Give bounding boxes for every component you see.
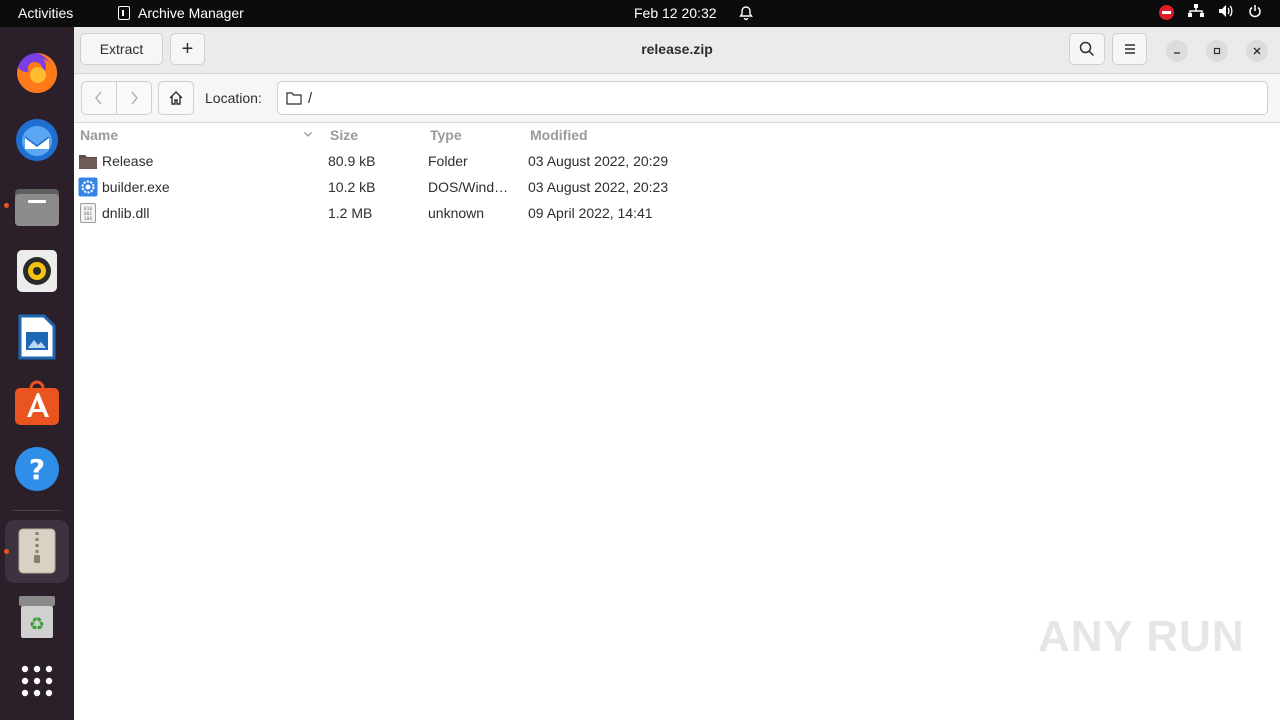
dock: ? ♻	[0, 27, 74, 720]
archive-manager-icon[interactable]	[9, 523, 65, 579]
close-button[interactable]	[1246, 40, 1268, 62]
folder-icon	[286, 92, 302, 105]
system-tray[interactable]	[1159, 4, 1262, 21]
dock-separator	[13, 510, 61, 511]
column-header: Name Size Type Modified	[74, 123, 1280, 147]
column-name[interactable]: Name	[80, 127, 118, 143]
do-not-disturb-icon	[1159, 5, 1174, 20]
svg-text:?: ?	[29, 453, 45, 486]
power-icon	[1248, 4, 1262, 21]
navigation-buttons	[81, 81, 152, 115]
search-button[interactable]	[1069, 33, 1105, 65]
files-icon[interactable]	[9, 178, 65, 234]
ubuntu-software-icon[interactable]	[9, 375, 65, 431]
archive-app-icon	[118, 6, 130, 20]
folder-icon	[79, 155, 97, 169]
chevron-right-icon	[131, 91, 138, 105]
file-row[interactable]: 010 001 100 dnlib.dll 1.2 MB unknown 09 Ap…	[74, 200, 1280, 226]
clock[interactable]: Feb 12 20:32	[634, 5, 717, 21]
location-path: /	[308, 89, 313, 107]
file-row[interactable]: builder.exe 10.2 kB DOS/Wind… 03 August …	[74, 174, 1280, 200]
bell-icon[interactable]	[738, 5, 754, 24]
file-size: 80.9 kB	[328, 153, 376, 169]
firefox-icon[interactable]	[9, 45, 65, 101]
sort-chevron-down-icon[interactable]	[303, 126, 313, 142]
home-button[interactable]	[158, 81, 194, 115]
svg-text:♻: ♻	[29, 614, 45, 635]
search-icon	[1079, 41, 1095, 57]
maximize-icon	[1213, 47, 1221, 55]
column-modified[interactable]: Modified	[530, 127, 588, 143]
top-bar: Activities Archive Manager Feb 12 20:32	[0, 0, 1280, 27]
app-name: Archive Manager	[138, 5, 244, 21]
file-name: dnlib.dll	[102, 205, 150, 221]
maximize-button[interactable]	[1206, 40, 1228, 62]
rhythmbox-icon[interactable]	[9, 243, 65, 299]
header-bar: Extract + release.zip	[74, 27, 1280, 74]
trash-icon[interactable]: ♻	[9, 589, 65, 645]
executable-icon	[78, 177, 98, 197]
minimize-button[interactable]	[1166, 40, 1188, 62]
forward-button[interactable]	[116, 82, 151, 114]
column-size[interactable]: Size	[330, 127, 358, 143]
location-entry[interactable]: /	[277, 81, 1268, 115]
home-icon	[169, 91, 183, 105]
file-name: Release	[102, 153, 154, 169]
minimize-icon	[1174, 52, 1180, 54]
back-button[interactable]	[82, 82, 116, 114]
file-size: 1.2 MB	[328, 205, 373, 221]
show-applications-icon[interactable]	[9, 653, 65, 709]
file-type: DOS/Wind…	[428, 179, 509, 195]
activities-button[interactable]: Activities	[18, 5, 73, 21]
location-bar: Location: /	[74, 74, 1280, 123]
anyrun-watermark: ANY RUN	[1038, 612, 1245, 661]
file-size: 10.2 kB	[328, 179, 376, 195]
hamburger-menu-icon	[1124, 44, 1135, 54]
file-name: builder.exe	[102, 179, 170, 195]
chevron-left-icon	[95, 91, 102, 105]
svg-text:100: 100	[84, 216, 92, 222]
location-label: Location:	[205, 90, 262, 106]
menu-button[interactable]	[1112, 33, 1147, 65]
network-icon	[1188, 4, 1204, 21]
volume-icon	[1218, 4, 1234, 21]
help-icon[interactable]: ?	[9, 441, 65, 497]
file-type: Folder	[428, 153, 468, 169]
binary-file-icon: 010001100	[80, 203, 96, 223]
thunderbird-icon[interactable]	[9, 111, 65, 167]
column-type[interactable]: Type	[430, 127, 462, 143]
file-modified: 03 August 2022, 20:29	[528, 153, 669, 169]
file-modified: 03 August 2022, 20:23	[528, 179, 669, 195]
file-row[interactable]: Release 80.9 kB Folder 03 August 2022, 2…	[74, 148, 1280, 174]
libreoffice-writer-icon[interactable]	[9, 309, 65, 365]
file-modified: 09 April 2022, 14:41	[528, 205, 653, 221]
close-icon	[1253, 47, 1261, 55]
app-menu[interactable]: Archive Manager	[118, 5, 244, 21]
file-type: unknown	[428, 205, 485, 221]
